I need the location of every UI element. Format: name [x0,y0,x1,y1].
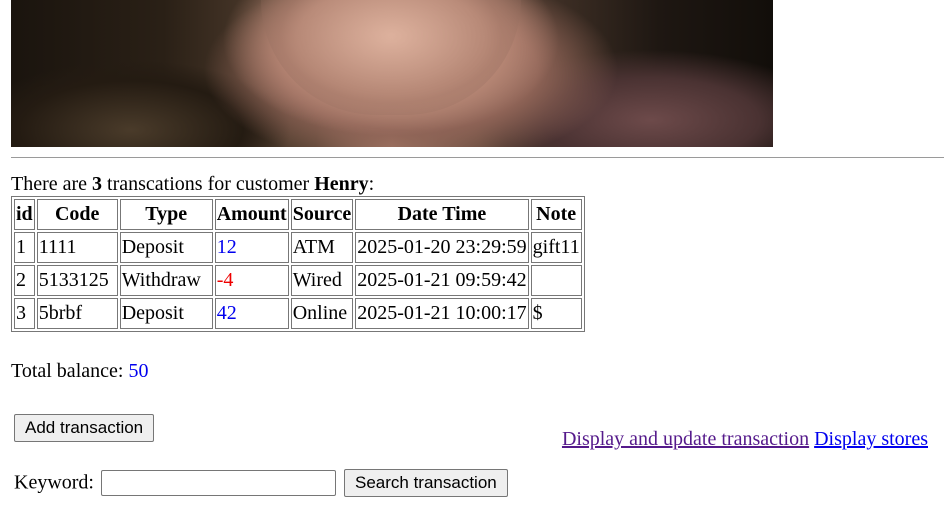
cell-amount: 12 [214,232,289,263]
cell-datetime: 2025-01-21 09:59:42 [355,265,529,296]
cell-source: ATM [290,232,354,263]
cell-type: Withdraw [119,265,213,296]
customer-photo [11,0,773,147]
table-row: 2 5133125 Withdraw -4 Wired 2025-01-21 0… [14,265,582,296]
search-transaction-button[interactable]: Search transaction [343,469,508,497]
transaction-count: 3 [92,173,103,195]
header-source: Source [290,199,354,230]
balance-value: 50 [128,360,149,382]
total-balance: Total balance: 50 [11,358,148,384]
customer-name: Henry [314,173,369,195]
header-id: id [14,199,35,230]
header-code: Code [36,199,118,230]
cell-note: $ [530,298,582,329]
table-header-row: id Code Type Amount Source Date Time Not… [14,199,582,230]
table-row: 1 1111 Deposit 12 ATM 2025-01-20 23:29:5… [14,232,582,263]
cell-code: 5brbf [36,298,118,329]
transactions-table: id Code Type Amount Source Date Time Not… [11,196,585,332]
photo-chin [261,0,521,115]
nav-links: Display and update transaction Display s… [562,426,928,452]
cell-code: 5133125 [36,265,118,296]
table-row: 3 5brbf Deposit 42 Online 2025-01-21 10:… [14,298,582,329]
cell-source: Wired [290,265,354,296]
transaction-summary: There are 3 transcations for customer He… [11,171,374,197]
cell-datetime: 2025-01-21 10:00:17 [355,298,529,329]
keyword-input[interactable] [100,470,336,496]
cell-code: 1111 [36,232,118,263]
cell-type: Deposit [119,298,213,329]
balance-label: Total balance: [11,360,124,382]
summary-middle: transcations for customer [107,173,310,195]
summary-suffix: : [368,173,375,195]
cell-amount: 42 [214,298,289,329]
header-note: Note [530,199,582,230]
header-datetime: Date Time [355,199,529,230]
cell-id: 3 [14,298,35,329]
cell-datetime: 2025-01-20 23:29:59 [355,232,529,263]
horizontal-rule [11,157,944,158]
cell-note: gift11 [530,232,582,263]
header-amount: Amount [214,199,289,230]
header-type: Type [119,199,213,230]
search-form: Keyword: Search transaction [14,469,508,497]
cell-type: Deposit [119,232,213,263]
cell-source: Online [290,298,354,329]
add-transaction-button[interactable]: Add transaction [14,414,155,442]
display-stores-link[interactable]: Display stores [814,428,928,450]
summary-prefix: There are [11,173,88,195]
cell-id: 1 [14,232,35,263]
cell-note [530,265,582,296]
cell-id: 2 [14,265,35,296]
keyword-label: Keyword: [14,471,94,494]
display-update-transaction-link[interactable]: Display and update transaction [562,428,809,450]
cell-amount: -4 [214,265,289,296]
